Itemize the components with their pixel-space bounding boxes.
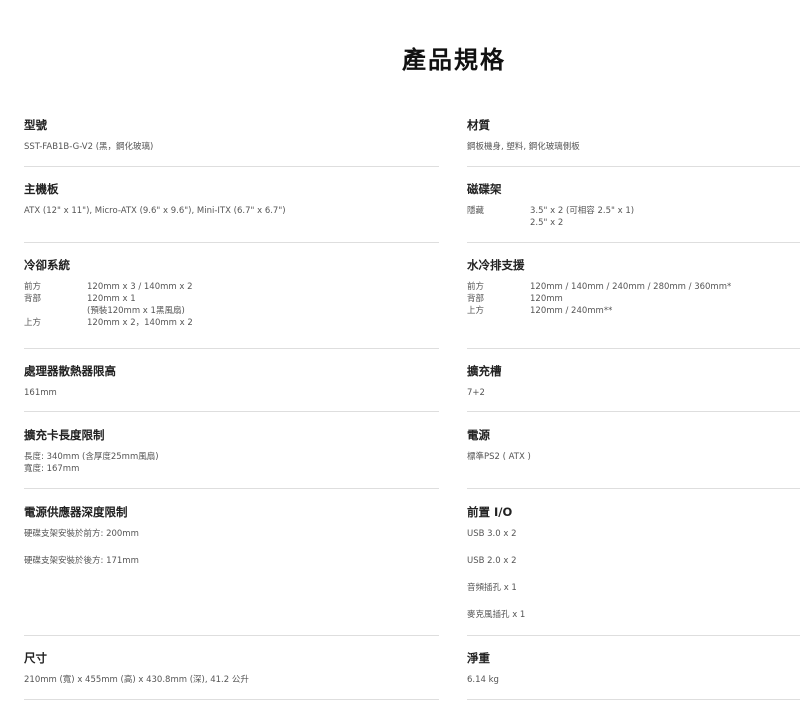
spec-label: 磁碟架 — [467, 182, 502, 196]
spec-model: 型號 SST-FAB1B-G-V2 (黑，鋼化玻璃) — [24, 118, 439, 153]
spec-value: USB 3.0 x 2 — [467, 529, 517, 539]
spec-row: 背部 120mm — [467, 293, 800, 305]
spec-label: 材質 — [467, 118, 490, 132]
spec-row: 前方 120mm / 140mm / 240mm / 280mm / 360mm… — [467, 281, 800, 293]
spec-row-key: 背部 — [467, 294, 485, 304]
spec-value: 210mm (寬) x 455mm (高) x 430.8mm (深), 41.… — [24, 675, 249, 685]
spec-value: 6.14 kg — [467, 675, 499, 685]
divider — [467, 166, 800, 167]
spec-row-value: 120mm x 2，140mm x 2 — [87, 318, 193, 328]
spec-row-value: (預裝120mm x 1黑風扇) — [87, 306, 185, 316]
spec-label: 電源 — [467, 428, 490, 442]
spec-gpu-length: 擴充卡長度限制 長度: 340mm (含厚度25mm風扇) 寬度: 167mm — [24, 428, 439, 475]
spec-row-key: 隱藏 — [467, 206, 485, 216]
divider — [24, 699, 439, 700]
divider — [467, 488, 800, 489]
spec-row-key — [24, 305, 87, 317]
spec-label: 擴充卡長度限制 — [24, 428, 105, 442]
spec-row: (預裝120mm x 1黑風扇) — [24, 305, 439, 317]
spec-row-value: 3.5" x 2 (可相容 2.5" x 1) — [530, 206, 635, 216]
divider — [24, 166, 439, 167]
spec-psu: 電源 標準PS2 ( ATX ) — [467, 428, 800, 463]
divider — [24, 242, 439, 243]
divider — [24, 635, 439, 636]
spec-value: 音頻插孔 x 1 — [467, 583, 517, 593]
spec-label: 尺寸 — [24, 651, 47, 665]
spec-dimensions: 尺寸 210mm (寬) x 455mm (高) x 430.8mm (深), … — [24, 651, 439, 686]
spec-row-value: 120mm / 140mm / 240mm / 280mm / 360mm* — [530, 282, 732, 292]
spec-value: 寬度: 167mm — [24, 464, 80, 474]
spec-value: 麥克風插孔 x 1 — [467, 610, 526, 620]
spec-value: USB 2.0 x 2 — [467, 556, 517, 566]
spec-label: 處理器散熱器限高 — [24, 364, 116, 378]
spec-label: 型號 — [24, 118, 47, 132]
spec-row-key: 前方 — [467, 282, 485, 292]
spec-cooling: 冷卻系統 前方 120mm x 3 / 140mm x 2 背部 120mm x… — [24, 258, 439, 329]
spec-value: 長度: 340mm (含厚度25mm風扇) — [24, 452, 159, 462]
divider — [24, 348, 439, 349]
spec-label: 電源供應器深度限制 — [24, 505, 128, 519]
spec-radiator: 水冷排支援 前方 120mm / 140mm / 240mm / 280mm /… — [467, 258, 800, 317]
divider — [467, 411, 800, 412]
spec-row: 前方 120mm x 3 / 140mm x 2 — [24, 281, 439, 293]
spec-value: 硬碟支架安裝於前方: 200mm — [24, 529, 139, 539]
spec-row-value: 2.5" x 2 — [530, 218, 564, 228]
spec-row-value: 120mm x 1 — [87, 294, 136, 304]
spec-row-key: 背部 — [24, 294, 42, 304]
spec-row-value: 120mm / 240mm** — [530, 306, 613, 316]
divider — [467, 699, 800, 700]
spec-cpu-cooler: 處理器散熱器限高 161mm — [24, 364, 439, 399]
spec-label: 前置 I/O — [467, 505, 513, 519]
spec-value: 鋼板機身, 塑料, 鋼化玻璃側板 — [467, 142, 580, 152]
spec-row: 上方 120mm / 240mm** — [467, 305, 800, 317]
spec-label: 水冷排支援 — [467, 258, 525, 272]
divider — [467, 242, 800, 243]
spec-row-key: 上方 — [24, 318, 42, 328]
spec-label: 主機板 — [24, 182, 59, 196]
page-title: 產品規格 — [402, 46, 506, 74]
spec-value: ATX (12" x 11"), Micro-ATX (9.6" x 9.6")… — [24, 206, 286, 216]
divider — [24, 411, 439, 412]
spec-net-weight: 淨重 6.14 kg — [467, 651, 800, 686]
spec-label: 擴充槽 — [467, 364, 502, 378]
spec-drive-bays: 磁碟架 隱藏 3.5" x 2 (可相容 2.5" x 1) 2.5" x 2 — [467, 182, 800, 229]
spec-value: 161mm — [24, 388, 57, 398]
spec-expansion-slots: 擴充槽 7+2 — [467, 364, 800, 399]
spec-value: SST-FAB1B-G-V2 (黑，鋼化玻璃) — [24, 142, 154, 152]
spec-front-io: 前置 I/O USB 3.0 x 2 USB 2.0 x 2 音頻插孔 x 1 … — [467, 505, 800, 621]
divider — [467, 635, 800, 636]
spec-psu-depth: 電源供應器深度限制 硬碟支架安裝於前方: 200mm 硬碟支架安裝於後方: 17… — [24, 505, 439, 567]
spec-row-value: 120mm x 3 / 140mm x 2 — [87, 282, 193, 292]
spec-label: 淨重 — [467, 651, 490, 665]
spec-row-key: 前方 — [24, 282, 42, 292]
spec-row: 2.5" x 2 — [467, 217, 800, 229]
spec-row: 上方 120mm x 2，140mm x 2 — [24, 317, 439, 329]
divider — [467, 348, 800, 349]
spec-row-value: 120mm — [530, 294, 563, 304]
spec-label: 冷卻系統 — [24, 258, 70, 272]
spec-material: 材質 鋼板機身, 塑料, 鋼化玻璃側板 — [467, 118, 800, 153]
divider — [24, 488, 439, 489]
spec-row: 隱藏 3.5" x 2 (可相容 2.5" x 1) — [467, 205, 800, 217]
spec-value: 硬碟支架安裝於後方: 171mm — [24, 556, 139, 566]
spec-value: 7+2 — [467, 388, 485, 398]
spec-motherboard: 主機板 ATX (12" x 11"), Micro-ATX (9.6" x 9… — [24, 182, 439, 217]
spec-row-key — [467, 217, 530, 229]
spec-row-key: 上方 — [467, 306, 485, 316]
spec-value: 標準PS2 ( ATX ) — [467, 452, 531, 462]
spec-row: 背部 120mm x 1 — [24, 293, 439, 305]
